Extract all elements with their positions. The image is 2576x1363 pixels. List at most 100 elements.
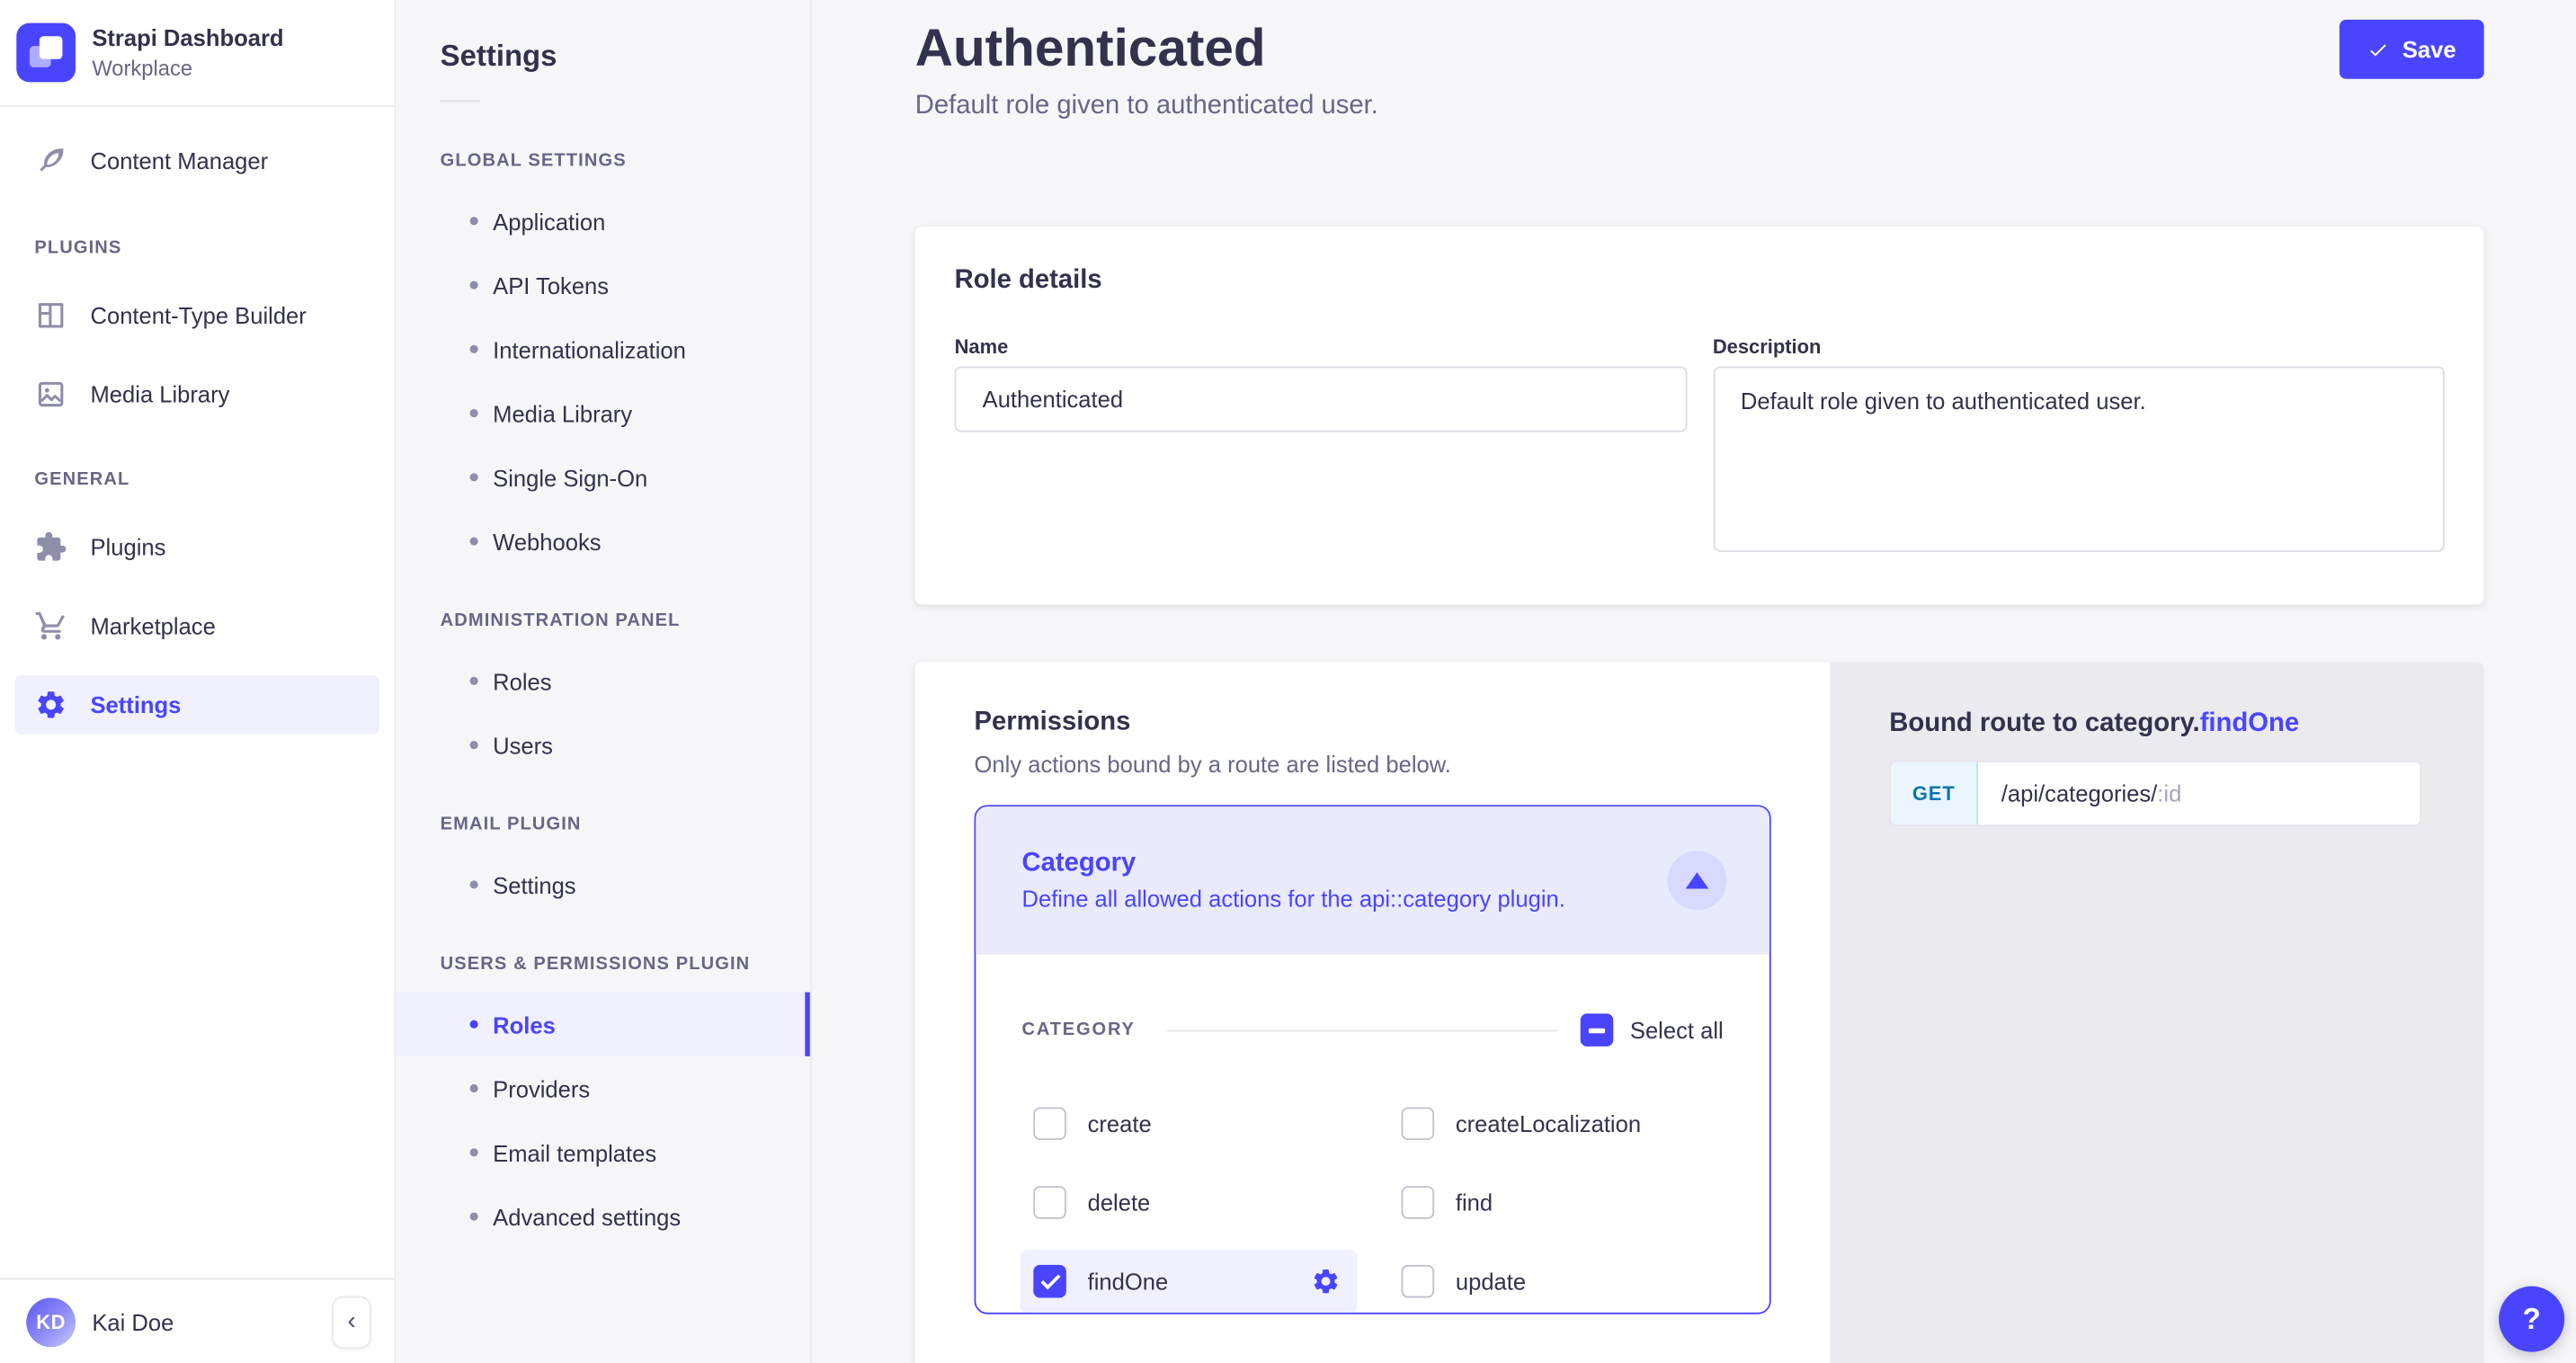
brand-title: Strapi Dashboard (92, 23, 283, 51)
name-input[interactable] (955, 366, 1687, 432)
user-name: Kai Doe (92, 1308, 174, 1334)
name-label: Name (955, 335, 1687, 359)
sidebar-item-content-type-builder[interactable]: Content-Type Builder (14, 286, 379, 345)
sidebar-item-plugins[interactable]: Plugins (14, 518, 379, 577)
category-accordion: Category Define all allowed actions for … (975, 805, 1771, 1314)
bullet-icon (470, 880, 478, 888)
collapse-accordion-button[interactable] (1668, 851, 1727, 910)
category-group-row: CATEGORY Select all (1021, 1013, 1723, 1047)
settings-sidebar-title: Settings (396, 0, 809, 72)
find-checkbox[interactable] (1402, 1186, 1435, 1219)
sidebar-item-application[interactable]: Application (396, 189, 809, 253)
section-email-plugin: EMAIL PLUGIN (441, 812, 810, 838)
action-row-find: find (1388, 1171, 1725, 1234)
gear-icon (1311, 1267, 1341, 1296)
strapi-admin-app: Strapi Dashboard Workplace Content Manag… (0, 0, 2576, 1363)
bound-route-action: findOne (2200, 709, 2299, 737)
shopping-cart-icon (34, 610, 67, 643)
role-details-card: Role details Name Description Default ro… (915, 227, 2484, 604)
group-label: CATEGORY (1021, 1020, 1135, 1040)
sidebar-item-media-library-settings[interactable]: Media Library (396, 381, 809, 445)
sidebar-item-webhooks[interactable]: Webhooks (396, 509, 809, 573)
route-path: /api/categories/:id (1978, 762, 2181, 824)
page-subtitle: Default role given to authenticated user… (915, 90, 1378, 121)
bullet-icon (470, 473, 478, 481)
global-settings-list: Application API Tokens Internationalizat… (396, 189, 809, 574)
sidebar-item-admin-roles[interactable]: Roles (396, 649, 809, 713)
sidebar-item-label: Content-Type Builder (90, 302, 306, 328)
category-accordion-body: CATEGORY Select all create (976, 1013, 1769, 1313)
findone-checkbox[interactable] (1033, 1265, 1066, 1298)
group-divider (1167, 1029, 1558, 1031)
bullet-icon (470, 281, 478, 289)
sidebar-item-marketplace[interactable]: Marketplace (14, 596, 379, 655)
permissions-subtitle: Only actions bound by a route are listed… (975, 751, 1771, 779)
sidebar-item-label: Media Library (90, 381, 229, 407)
category-accordion-header[interactable]: Category Define all allowed actions for … (976, 806, 1769, 954)
administration-panel-list: Roles Users (396, 649, 809, 778)
sidebar-item-admin-users[interactable]: Users (396, 713, 809, 777)
sidebar-item-api-tokens[interactable]: API Tokens (396, 253, 809, 316)
createlocalization-checkbox[interactable] (1402, 1108, 1435, 1141)
action-row-delete: delete (1021, 1171, 1358, 1234)
sidebar-item-advanced-settings[interactable]: Advanced settings (396, 1184, 809, 1248)
action-row-update: update (1388, 1250, 1725, 1312)
bullet-icon (470, 1148, 478, 1156)
bullet-icon (470, 409, 478, 417)
sidebar-item-up-roles[interactable]: Roles (396, 993, 809, 1056)
http-method-badge: GET (1891, 762, 1978, 824)
sidebar-item-settings[interactable]: Settings (14, 675, 379, 735)
strapi-logo-icon (16, 23, 76, 83)
main-sidebar: Strapi Dashboard Workplace Content Manag… (0, 0, 396, 1363)
brand-subtitle: Workplace (92, 55, 283, 81)
action-row-createlocalization: createLocalization (1388, 1092, 1725, 1154)
sidebar-item-single-sign-on[interactable]: Single Sign-On (396, 445, 809, 509)
check-icon (2367, 39, 2389, 60)
help-button[interactable]: ? (2499, 1287, 2564, 1352)
sidebar-item-providers[interactable]: Providers (396, 1056, 809, 1120)
permissions-layout: Permissions Only actions bound by a rout… (915, 662, 2484, 1363)
bullet-icon (470, 677, 478, 685)
section-administration-panel: ADMINISTRATION PANEL (441, 608, 810, 634)
findone-settings-button[interactable] (1311, 1265, 1344, 1298)
collapse-sidebar-button[interactable]: ‹ (332, 1296, 371, 1348)
create-checkbox[interactable] (1033, 1108, 1066, 1141)
bullet-icon (470, 537, 478, 545)
select-all-label: Select all (1630, 1017, 1724, 1043)
delete-checkbox[interactable] (1033, 1186, 1066, 1219)
description-textarea[interactable]: Default role given to authenticated user… (1713, 366, 2445, 551)
chevron-left-icon: ‹ (347, 1307, 355, 1335)
save-button[interactable]: Save (2340, 20, 2483, 79)
sidebar-item-email-templates[interactable]: Email templates (396, 1120, 809, 1184)
bullet-icon (470, 1020, 478, 1029)
route-box: GET /api/categories/:id (1889, 761, 2421, 826)
sidebar-item-internationalization[interactable]: Internationalization (396, 317, 809, 381)
page-title: Authenticated (915, 16, 1378, 78)
sidebar-item-media-library[interactable]: Media Library (14, 365, 379, 424)
select-all-checkbox[interactable] (1581, 1013, 1614, 1047)
route-param: :id (2157, 780, 2181, 806)
nav-section-general: GENERAL (34, 467, 394, 493)
category-accordion-text: Category Define all allowed actions for … (1021, 850, 1564, 912)
bullet-icon (470, 345, 478, 353)
bullet-icon (470, 1084, 478, 1092)
sidebar-item-label: Content Manager (90, 147, 268, 174)
puzzle-icon (34, 530, 67, 564)
bullet-icon (470, 1212, 478, 1220)
update-checkbox[interactable] (1402, 1265, 1435, 1298)
main-content: Authenticated Default role given to auth… (812, 0, 2576, 1363)
chevron-up-icon (1686, 872, 1709, 888)
title-divider (441, 100, 480, 102)
description-label: Description (1713, 335, 2445, 359)
workspace-brand[interactable]: Strapi Dashboard Workplace (0, 0, 395, 105)
accordion-description: Define all allowed actions for the api::… (1021, 886, 1564, 912)
user-row: KD Kai Doe ‹ (0, 1278, 395, 1363)
avatar[interactable]: KD (26, 1297, 76, 1347)
main-nav: Content Manager PLUGINS Content-Type Bui… (0, 107, 395, 1278)
bullet-icon (470, 217, 478, 225)
sidebar-item-content-manager[interactable]: Content Manager (14, 131, 379, 191)
layout-grid-icon (34, 299, 67, 333)
gear-icon (34, 689, 67, 722)
email-plugin-list: Settings (396, 852, 809, 916)
sidebar-item-email-settings[interactable]: Settings (396, 852, 809, 916)
